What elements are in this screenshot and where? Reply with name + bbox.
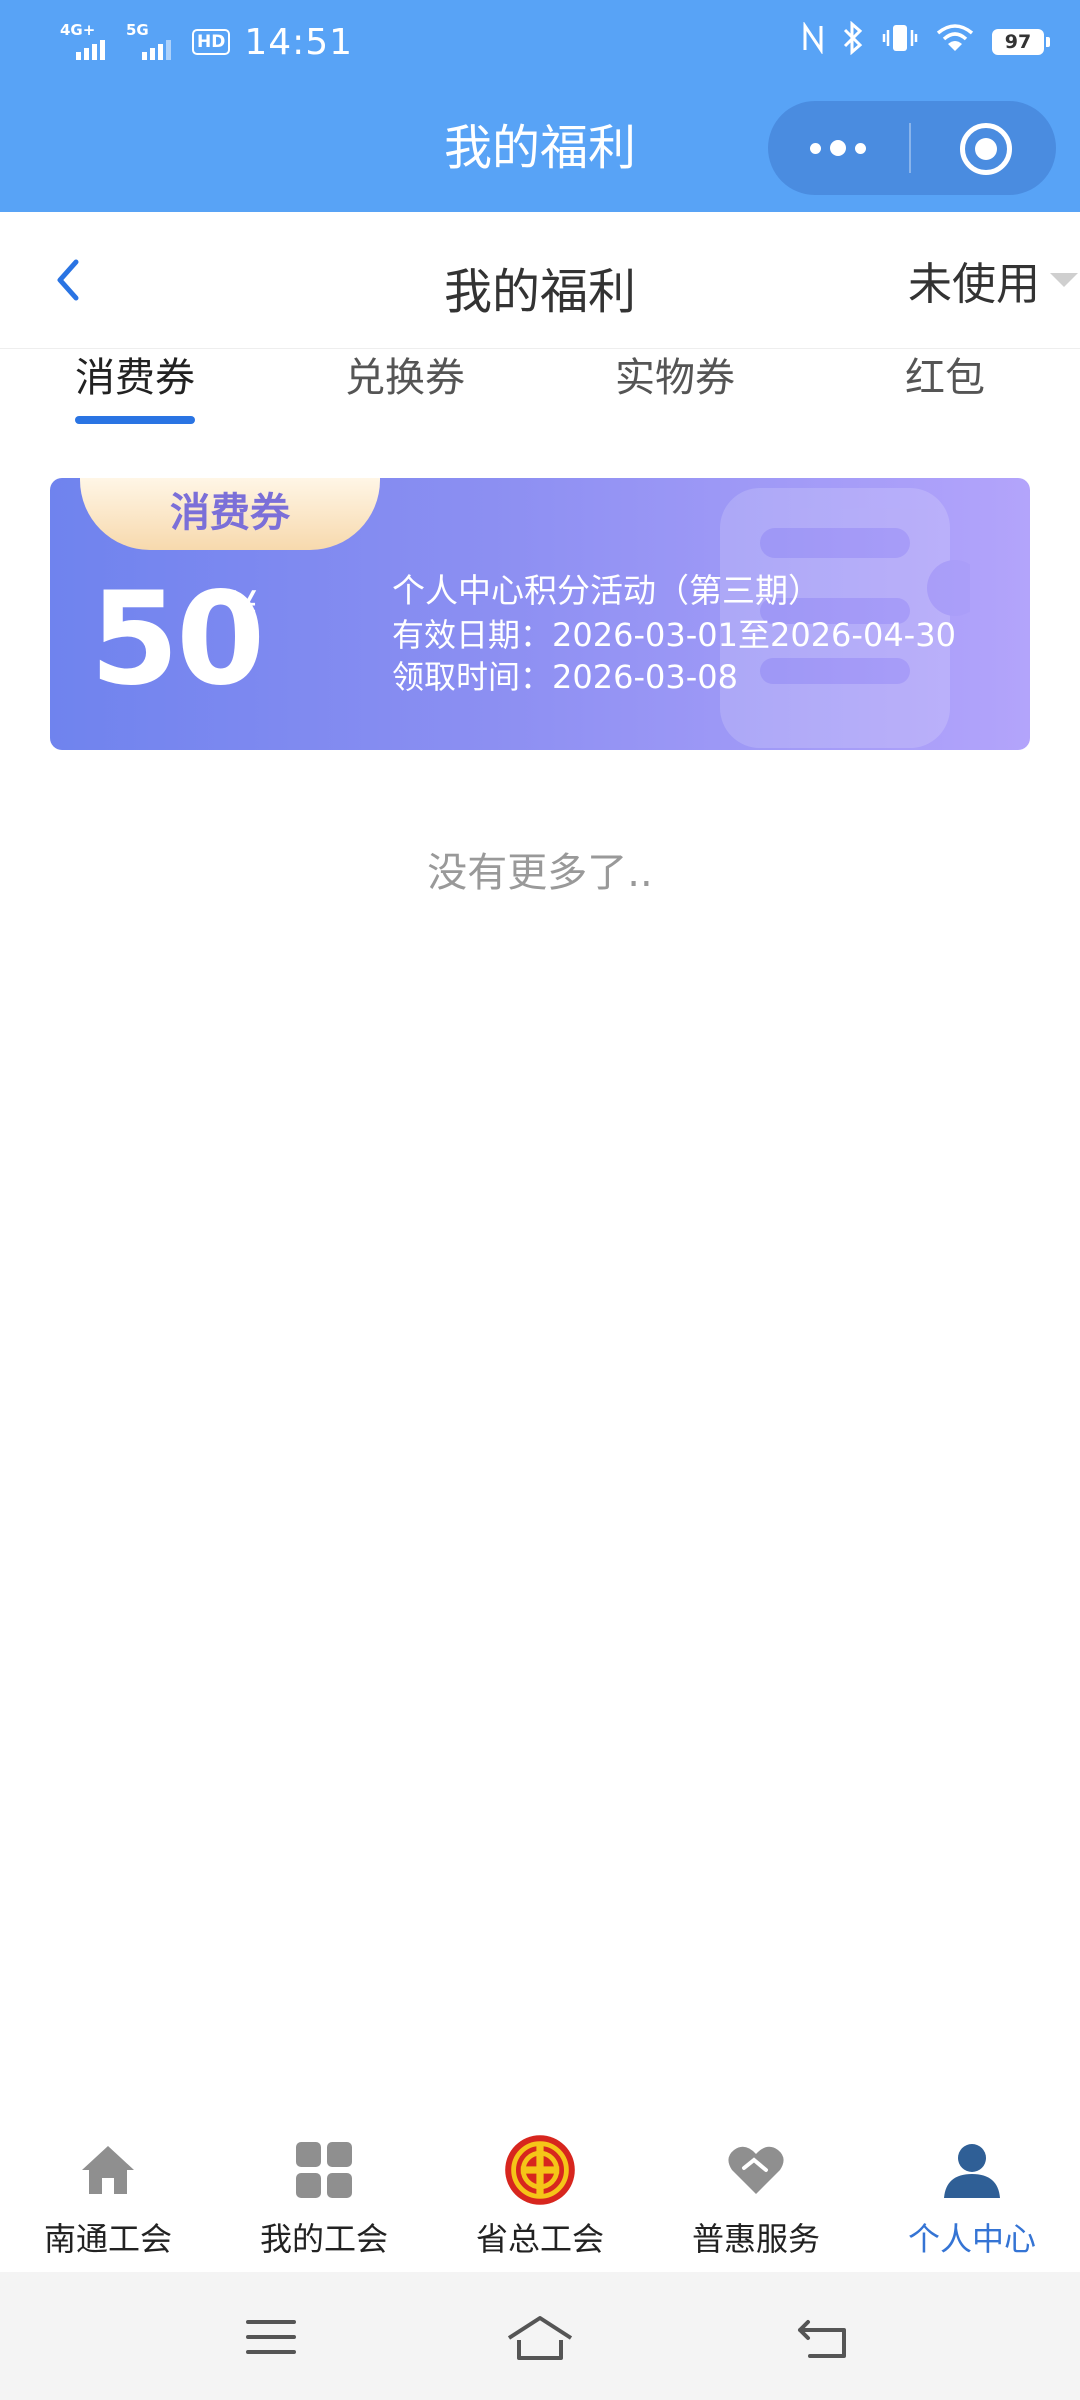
tabbar-label: 省总工会 [475, 2220, 604, 2258]
list-end-text: 没有更多了.. [427, 850, 653, 896]
tabbar-label: 我的工会 [259, 2220, 388, 2258]
status-bar: 4G+ 5G HD 14:51 97 [0, 0, 1080, 84]
coupon-type-tabs: 消费券 兑换券 实物券 红包 [0, 350, 1080, 440]
active-tab-indicator [75, 416, 195, 424]
status-filter-label: 未使用 [908, 259, 1040, 310]
dot-icon [855, 142, 866, 154]
mini-program-header: 4G+ 5G HD 14:51 97 我的福利 [0, 0, 1080, 212]
caret-down-icon [1050, 273, 1078, 287]
dot-icon [810, 142, 821, 154]
capsule-divider [909, 123, 911, 173]
tabbar-item-my-union[interactable]: 我的工会 [216, 2130, 432, 2272]
coupon-claim-time: 领取时间：2026-03-08 [392, 658, 738, 696]
coupon-card[interactable]: 消费券 50 ¥ 个人中心积分活动（第三期） 有效日期：2026-03-01至2… [50, 478, 1030, 750]
currency-symbol: ¥ [230, 582, 258, 633]
tabbar-item-benefit-services[interactable]: 普惠服务 [648, 2130, 864, 2272]
battery-icon: 97 [992, 29, 1050, 55]
tab-consumption-coupon[interactable]: 消费券 [50, 350, 220, 440]
tab-red-packet[interactable]: 红包 [860, 350, 1030, 440]
dot-icon [830, 140, 846, 156]
wifi-icon [936, 23, 974, 61]
system-navigation-bar [0, 2272, 1080, 2400]
tabbar-label: 个人中心 [907, 2220, 1036, 2258]
tabbar-item-provincial-union[interactable]: 省总工会 [432, 2130, 648, 2272]
signal-5g-icon: 5G [126, 22, 182, 62]
tab-physical-coupon[interactable]: 实物券 [590, 350, 760, 440]
bottom-tab-bar: 南通工会 我的工会 省总工会 普惠服务 个人中心 [0, 2130, 1080, 2272]
signal-4g-icon: 4G+ [60, 22, 116, 62]
hd-voice-icon: HD [192, 29, 231, 55]
status-time: 14:51 [244, 21, 354, 63]
grid-icon [296, 2142, 352, 2198]
coupon-details: 个人中心积分活动（第三期） 有效日期：2026-03-01至2026-04-30… [392, 570, 956, 698]
page-navbar: 我的福利 未使用 [0, 212, 1080, 349]
union-emblem-icon [505, 2135, 575, 2205]
tab-label: 红包 [905, 355, 985, 401]
status-bar-right: 97 [802, 20, 1050, 64]
home-icon [82, 2146, 134, 2194]
mini-program-capsule [768, 101, 1056, 195]
heart-icon [728, 2146, 784, 2194]
tab-exchange-coupon[interactable]: 兑换券 [320, 350, 490, 440]
chevron-left-icon [57, 259, 79, 301]
close-mini-program-button[interactable] [960, 123, 1012, 175]
status-bar-left: 4G+ 5G HD 14:51 [60, 18, 353, 66]
tabbar-label: 普惠服务 [691, 2220, 820, 2258]
coupon-title: 个人中心积分活动（第三期） [392, 571, 821, 610]
status-filter-dropdown[interactable]: 未使用 [908, 250, 1080, 310]
coupon-valid-period: 有效日期：2026-03-01至2026-04-30 [392, 616, 956, 654]
back-button[interactable] [40, 250, 100, 310]
coupon-type-tag: 消费券 [80, 478, 380, 550]
tab-label: 实物券 [615, 355, 735, 401]
tabbar-label: 南通工会 [43, 2220, 172, 2258]
home-nav-icon[interactable] [505, 2302, 575, 2372]
more-options-button[interactable] [768, 101, 908, 195]
tabbar-item-nantong-union[interactable]: 南通工会 [0, 2130, 216, 2272]
menu-icon[interactable] [236, 2302, 306, 2372]
tabbar-item-personal-center[interactable]: 个人中心 [864, 2130, 1080, 2272]
tab-label: 兑换券 [345, 355, 465, 401]
bluetooth-icon [842, 20, 864, 63]
person-icon [944, 2144, 1000, 2198]
back-nav-icon[interactable] [788, 2302, 858, 2372]
vibrate-icon [882, 22, 918, 62]
nfc-icon [802, 21, 824, 62]
tab-label: 消费券 [75, 355, 195, 401]
